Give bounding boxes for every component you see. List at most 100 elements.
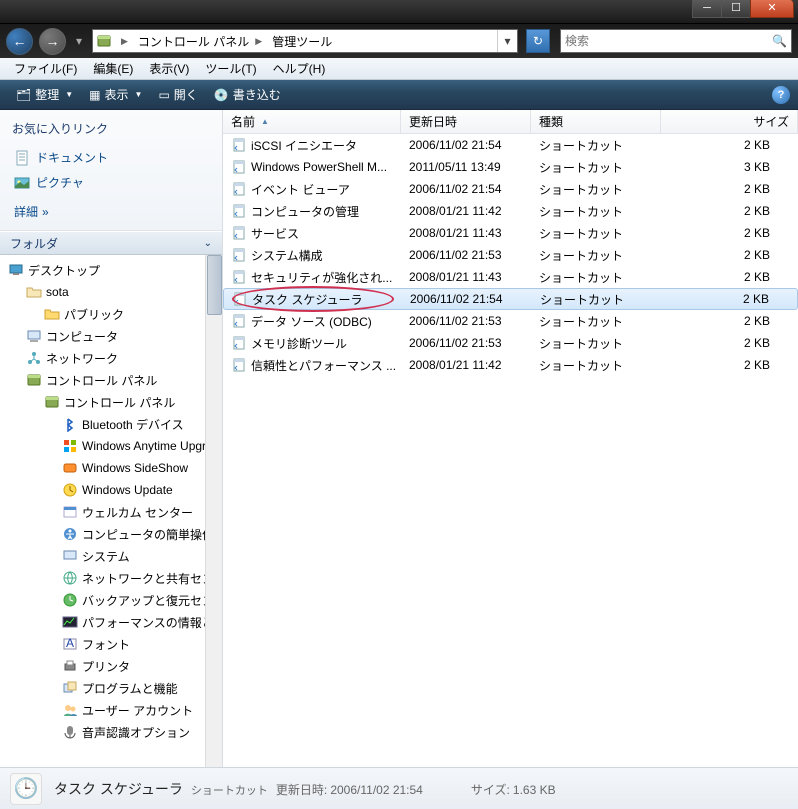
search-input[interactable] (565, 34, 772, 48)
refresh-button[interactable]: ↻ (526, 29, 550, 53)
tree-item[interactable]: コンピュータの簡単操作セ (0, 523, 222, 545)
folder-tree[interactable]: デスクトップsotaパブリックコンピュータネットワークコントロール パネルコント… (0, 255, 222, 767)
menu-view[interactable]: 表示(V) (141, 58, 197, 79)
forward-button[interactable]: → (39, 28, 66, 55)
svg-text:A: A (66, 636, 74, 650)
file-type: ショートカット (531, 137, 661, 154)
speech-icon (62, 724, 78, 740)
shortcut-icon (231, 159, 247, 175)
favorites-more[interactable]: 詳細 » (12, 199, 210, 224)
search-box[interactable]: 🔍 (560, 29, 792, 53)
file-date: 2006/11/02 21:54 (401, 138, 531, 152)
folders-toggle[interactable]: フォルダ ⌄ (0, 231, 222, 255)
tree-item[interactable]: Windows Anytime Upgr (0, 435, 222, 457)
tree-item[interactable]: パフォーマンスの情報とツ (0, 611, 222, 633)
file-row[interactable]: iSCSI イニシエータ2006/11/02 21:54ショートカット2 KB (223, 134, 798, 156)
tree-item[interactable]: 音声認識オプション (0, 721, 222, 743)
column-header-size[interactable]: サイズ (661, 110, 798, 133)
tree-item[interactable]: Windows Update (0, 479, 222, 501)
file-size: 2 KB (661, 204, 798, 218)
tree-item[interactable]: コンピュータ (0, 325, 222, 347)
file-name: Windows PowerShell M... (251, 160, 387, 174)
tree-item[interactable]: sota (0, 281, 222, 303)
file-size: 3 KB (661, 160, 798, 174)
computer-icon (26, 328, 42, 344)
tree-item[interactable]: ネットワークと共有セン (0, 567, 222, 589)
tree-item[interactable]: コントロール パネル (0, 391, 222, 413)
tree-item[interactable]: コントロール パネル (0, 369, 222, 391)
file-type: ショートカット (531, 181, 661, 198)
address-bar[interactable]: ▶ コントロール パネル▶ 管理ツール ▾ (92, 29, 518, 53)
menu-file[interactable]: ファイル(F) (6, 58, 85, 79)
tree-item-label: フォント (82, 636, 130, 653)
address-dropdown[interactable]: ▾ (497, 30, 517, 52)
sideshow-icon (62, 460, 78, 476)
file-row[interactable]: タスク スケジューラ2006/11/02 21:54ショートカット2 KB (223, 288, 798, 310)
tree-item[interactable]: ユーザー アカウント (0, 699, 222, 721)
file-name: サービス (251, 225, 299, 242)
minimize-button[interactable]: ─ (692, 0, 722, 18)
welcome-icon (62, 504, 78, 520)
file-type: ショートカット (532, 291, 662, 308)
tree-item[interactable]: ウェルカム センター (0, 501, 222, 523)
maximize-button[interactable]: ☐ (721, 0, 751, 18)
file-row[interactable]: サービス2008/01/21 11:43ショートカット2 KB (223, 222, 798, 244)
nav-history-dropdown[interactable]: ▾ (72, 32, 86, 50)
file-date: 2011/05/11 13:49 (401, 160, 531, 174)
tree-item-label: コンピュータ (46, 328, 118, 345)
toolbar-view[interactable]: ▦ 表示▼ (81, 84, 150, 105)
statusbar: 🕒 タスク スケジューラ ショートカット 更新日時: 2006/11/02 21… (0, 767, 798, 809)
favorite-documents[interactable]: ドキュメント (12, 145, 210, 170)
file-row[interactable]: メモリ診断ツール2006/11/02 21:53ショートカット2 KB (223, 332, 798, 354)
file-row[interactable]: Windows PowerShell M...2011/05/11 13:49シ… (223, 156, 798, 178)
folder-y-icon (44, 306, 60, 322)
tree-item[interactable]: デスクトップ (0, 259, 222, 281)
back-button[interactable]: ← (6, 28, 33, 55)
breadcrumb-root-arrow[interactable]: ▶ (115, 30, 134, 52)
menu-help[interactable]: ヘルプ(H) (265, 58, 334, 79)
tree-scrollbar[interactable] (205, 255, 222, 767)
breadcrumb-item[interactable]: 管理ツール (268, 30, 336, 52)
tree-item[interactable]: ネットワーク (0, 347, 222, 369)
file-list[interactable]: iSCSI イニシエータ2006/11/02 21:54ショートカット2 KB W… (223, 134, 798, 767)
scroll-thumb[interactable] (207, 255, 222, 315)
views-icon: ▦ (89, 88, 100, 102)
toolbar-open[interactable]: ▭ 開く (150, 84, 205, 105)
file-size: 2 KB (661, 248, 798, 262)
tree-item[interactable]: システム (0, 545, 222, 567)
tree-item[interactable]: Windows SideShow (0, 457, 222, 479)
tree-item[interactable]: Bluetooth デバイス (0, 413, 222, 435)
menu-edit[interactable]: 編集(E) (85, 58, 141, 79)
favorite-pictures[interactable]: ピクチャ (12, 170, 210, 195)
file-row[interactable]: イベント ビューア2006/11/02 21:54ショートカット2 KB (223, 178, 798, 200)
tree-item[interactable]: プログラムと機能 (0, 677, 222, 699)
tree-item[interactable]: バックアップと復元セン (0, 589, 222, 611)
tree-item[interactable]: プリンタ (0, 655, 222, 677)
file-size: 2 KB (661, 182, 798, 196)
file-row[interactable]: データ ソース (ODBC)2006/11/02 21:53ショートカット2 K… (223, 310, 798, 332)
backup-icon (62, 592, 78, 608)
file-row[interactable]: システム構成2006/11/02 21:53ショートカット2 KB (223, 244, 798, 266)
column-headers: 名前▲ 更新日時 種類 サイズ (223, 110, 798, 134)
toolbar-help-button[interactable]: ? (772, 86, 790, 104)
column-header-date[interactable]: 更新日時 (401, 110, 531, 133)
tree-item-label: コントロール パネル (46, 372, 157, 389)
file-row[interactable]: セキュリティが強化され...2008/01/21 11:43ショートカット2 K… (223, 266, 798, 288)
file-size: 2 KB (661, 314, 798, 328)
toolbar-organize[interactable]: 🗂 整理▼ (8, 84, 81, 105)
menu-tools[interactable]: ツール(T) (197, 58, 264, 79)
tree-item[interactable]: パブリック (0, 303, 222, 325)
search-icon[interactable]: 🔍 (772, 34, 787, 48)
tree-item[interactable]: A フォント (0, 633, 222, 655)
toolbar-burn[interactable]: 💿 書き込む (206, 84, 289, 105)
file-date: 2008/01/21 11:43 (401, 226, 531, 240)
favorites-section: お気に入りリンク ドキュメント ピクチャ 詳細 » (0, 110, 222, 231)
tree-item-label: ウェルカム センター (82, 504, 193, 521)
file-row[interactable]: コンピュータの管理2008/01/21 11:42ショートカット2 KB (223, 200, 798, 222)
file-type: ショートカット (531, 203, 661, 220)
close-button[interactable]: ✕ (750, 0, 794, 18)
column-header-type[interactable]: 種類 (531, 110, 661, 133)
column-header-name[interactable]: 名前▲ (223, 110, 401, 133)
breadcrumb-item[interactable]: コントロール パネル▶ (134, 30, 268, 52)
file-row[interactable]: 信頼性とパフォーマンス ...2008/01/21 11:42ショートカット2 … (223, 354, 798, 376)
